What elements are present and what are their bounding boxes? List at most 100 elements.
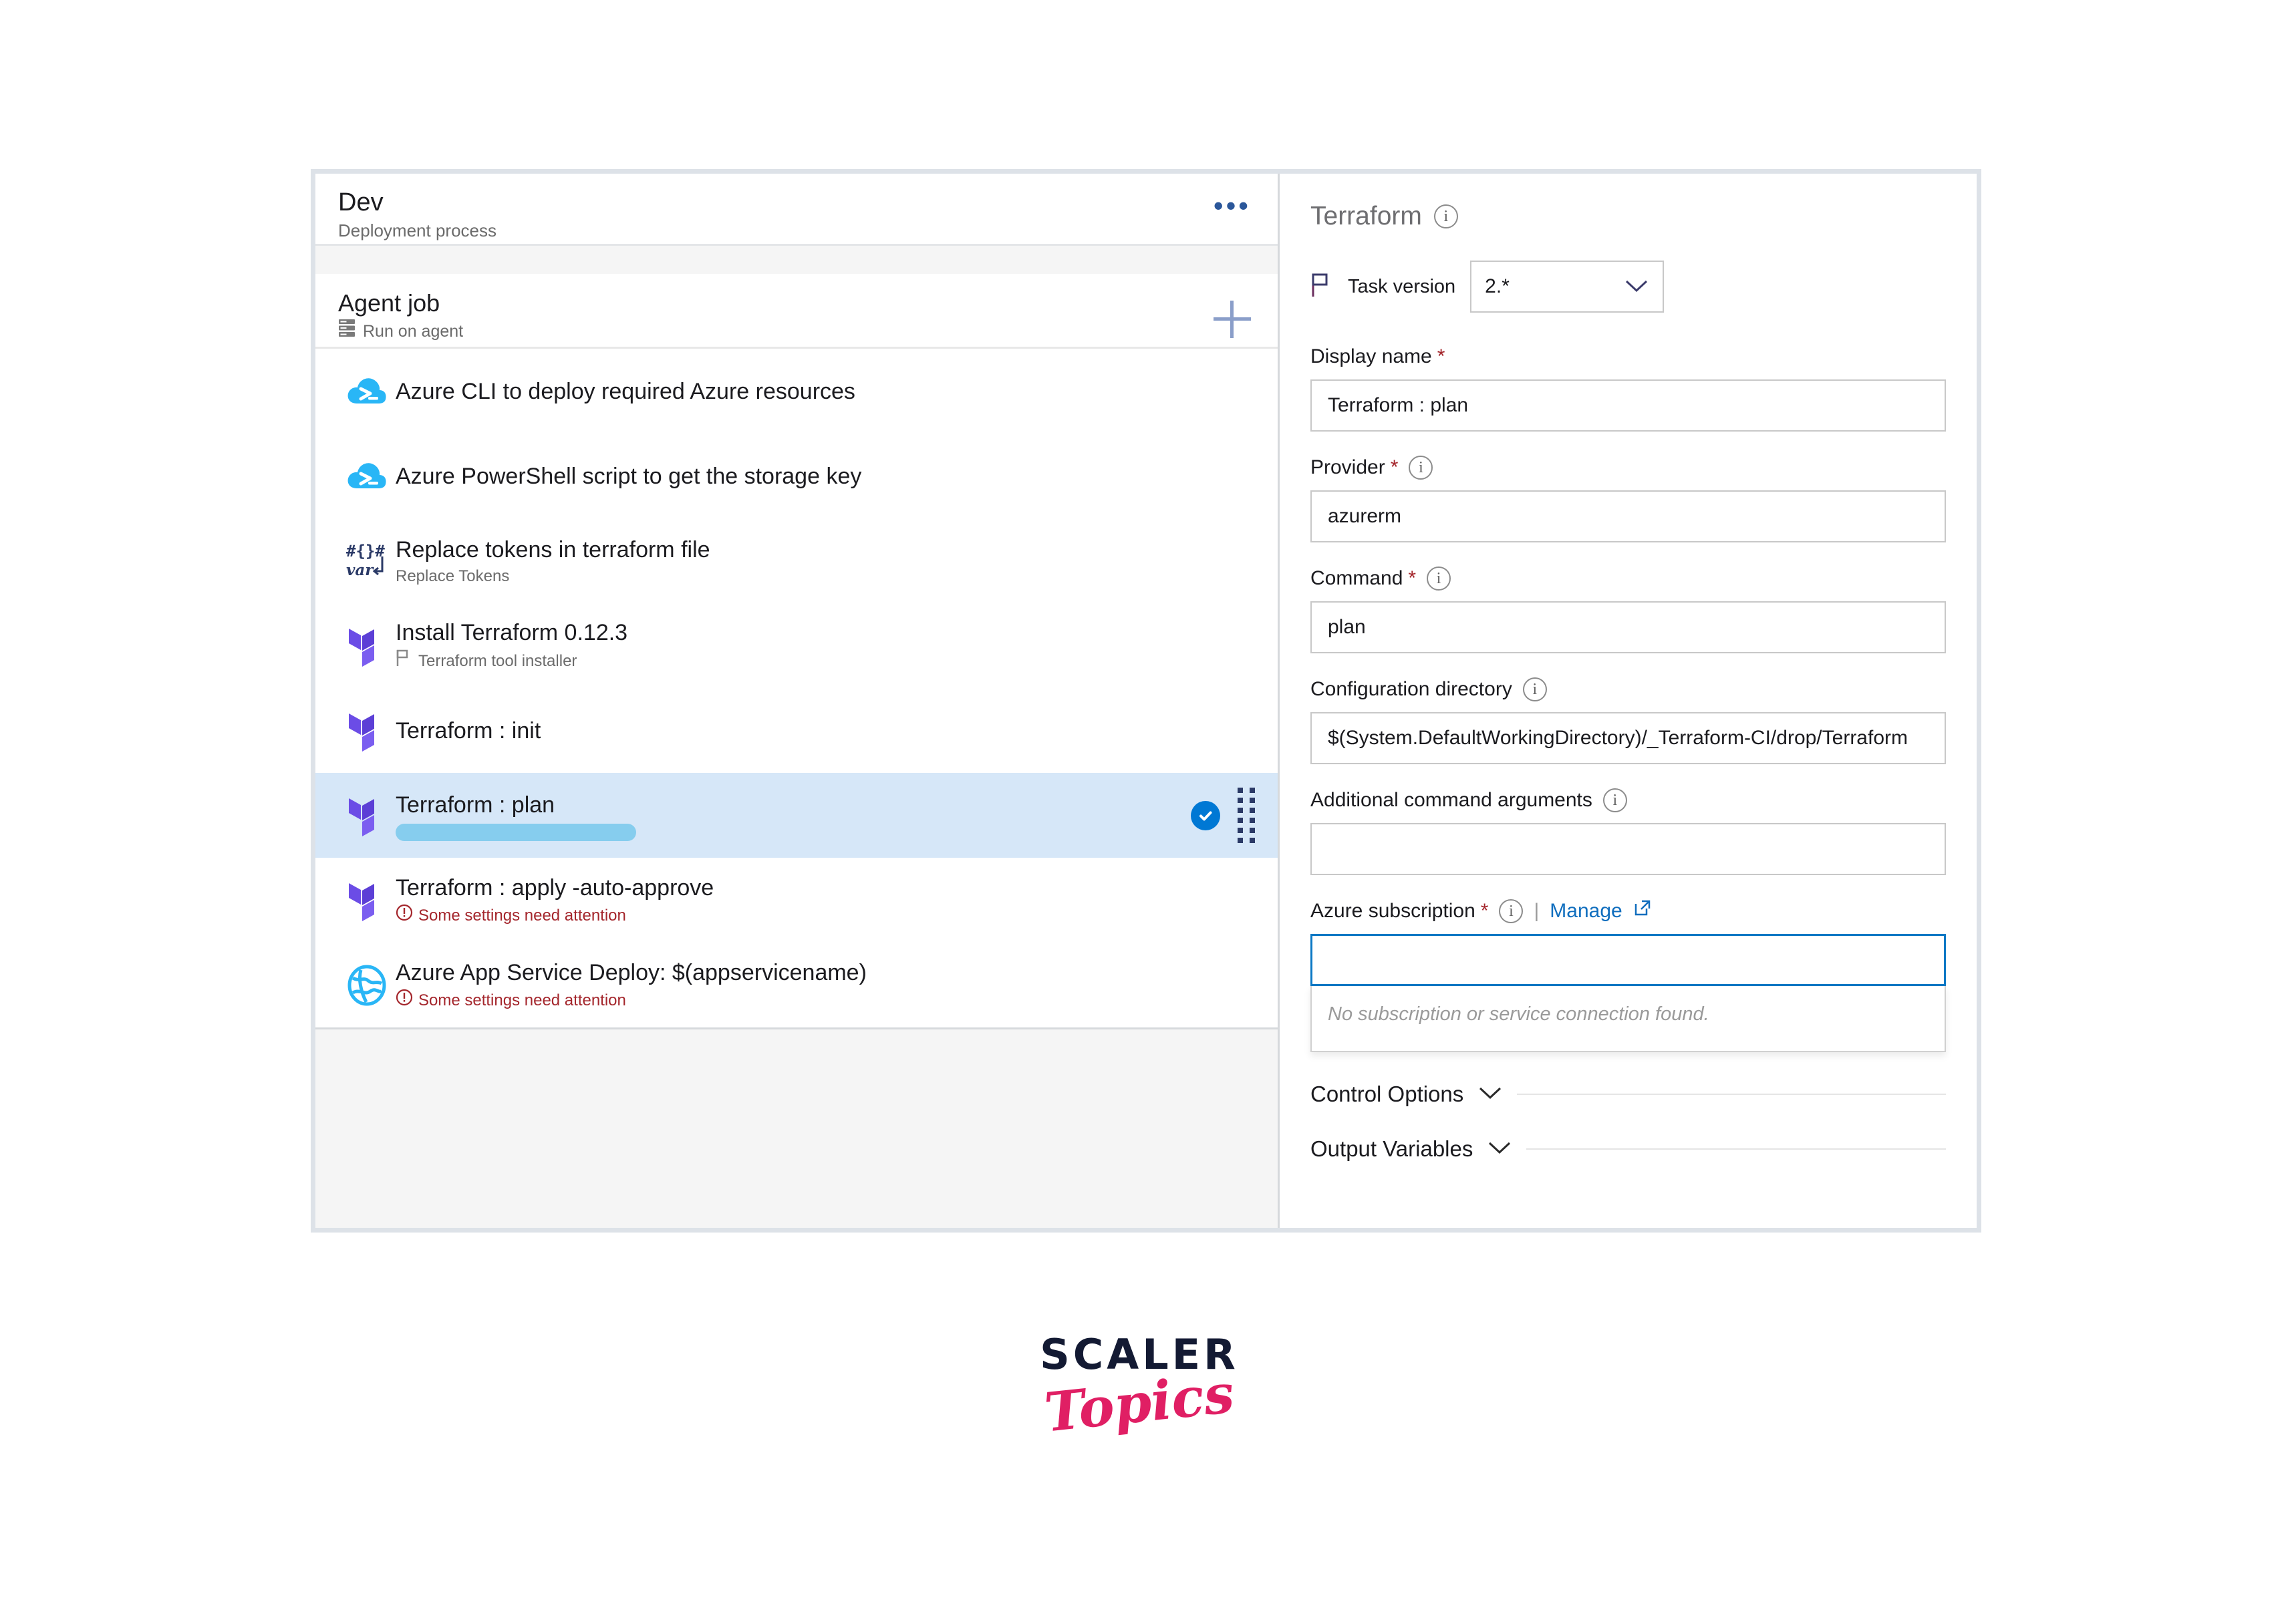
provider-value: azurerm — [1328, 505, 1401, 528]
azure-subscription-input[interactable] — [1310, 934, 1946, 986]
field-command: Command * i plan — [1310, 565, 1946, 653]
task-version-row: Task version 2.* — [1310, 261, 1946, 313]
task-item-name: Terraform : init — [396, 716, 1255, 746]
task-list: Azure CLI to deploy required Azure resou… — [315, 349, 1278, 1027]
info-icon[interactable]: i — [1523, 677, 1547, 701]
agent-job-subtitle: Run on agent — [363, 320, 463, 343]
chevron-down-icon — [1625, 275, 1648, 298]
deployment-process-header: Dev Deployment process ••• — [315, 174, 1278, 246]
field-additional-command-arguments: Additional command arguments i — [1310, 787, 1946, 875]
manage-link[interactable]: Manage — [1550, 898, 1622, 925]
version-flag-icon — [1310, 273, 1333, 301]
redacted-subtitle — [396, 824, 636, 841]
task-list-empty-area — [315, 1027, 1278, 1228]
configuration-directory-label: Configuration directory — [1310, 676, 1512, 703]
warning-icon — [396, 904, 413, 927]
additional-command-arguments-input[interactable] — [1310, 823, 1946, 875]
task-item-name: Azure PowerShell script to get the stora… — [396, 462, 1255, 491]
command-label-row: Command * i — [1310, 565, 1946, 592]
task-item-text: Azure App Service Deploy: $(appservicena… — [396, 958, 1255, 1012]
info-icon[interactable]: i — [1427, 566, 1451, 591]
configuration-directory-value: $(System.DefaultWorkingDirectory)/_Terra… — [1328, 727, 1908, 750]
task-list-item[interactable]: Install Terraform 0.12.3 Terraform tool i… — [315, 603, 1278, 688]
azure-cloud-shell-icon — [346, 373, 388, 410]
task-settings-panel: Terraform i Task version 2.* — [1280, 174, 1977, 1228]
task-list-item[interactable]: Azure CLI to deploy required Azure resou… — [315, 349, 1278, 434]
task-item-text: Azure PowerShell script to get the stora… — [396, 462, 1255, 491]
info-icon[interactable]: i — [1409, 456, 1433, 480]
chevron-down-icon — [1478, 1086, 1502, 1104]
agent-job-subtitle-row: Run on agent — [338, 319, 1255, 343]
task-list-item[interactable]: Azure App Service Deploy: $(appservicena… — [315, 943, 1278, 1027]
task-item-subtitle: Terraform tool installer — [418, 651, 577, 672]
section-control-options[interactable]: Control Options — [1310, 1082, 1946, 1107]
task-item-name: Terraform : apply -auto-approve — [396, 873, 1255, 903]
azure-app-service-icon — [338, 965, 396, 1006]
task-item-text: Terraform : apply -auto-approveSome sett… — [396, 873, 1255, 927]
flag-icon — [396, 649, 413, 673]
terraform-icon — [346, 793, 388, 838]
task-item-text: Terraform : plan — [396, 790, 1177, 841]
drag-handle-icon[interactable] — [1238, 788, 1255, 843]
provider-input[interactable]: azurerm — [1310, 490, 1946, 542]
command-input[interactable]: plan — [1310, 601, 1946, 653]
task-item-text: Replace tokens in terraform fileReplace … — [396, 535, 1255, 587]
display-name-input[interactable]: Terraform : plan — [1310, 379, 1946, 432]
process-title: Dev — [338, 187, 1255, 218]
info-icon[interactable]: i — [1434, 204, 1458, 228]
azure-subscription-empty-message: No subscription or service connection fo… — [1310, 986, 1946, 1052]
more-options-icon[interactable]: ••• — [1214, 199, 1251, 212]
display-name-value: Terraform : plan — [1328, 394, 1468, 417]
warning-icon — [396, 904, 413, 921]
task-item-subtitle-row: Some settings need attention — [396, 989, 1255, 1012]
warning-icon — [396, 989, 413, 1006]
agent-job-title: Agent job — [338, 289, 1255, 318]
add-task-button[interactable] — [1214, 301, 1251, 338]
terraform-icon — [346, 878, 388, 923]
required-marker: * — [1481, 903, 1489, 919]
section-rule — [1517, 1094, 1946, 1095]
scaler-topics-logo: SCALER Topics — [1039, 1333, 1240, 1432]
task-list-item[interactable]: Terraform : plan — [315, 773, 1278, 858]
agent-job-header[interactable]: Agent job — [315, 274, 1278, 349]
required-marker: * — [1437, 349, 1445, 365]
task-item-subtitle-row: Some settings need attention — [396, 904, 1255, 927]
task-item-name: Terraform : plan — [396, 790, 1177, 820]
task-item-name: Replace tokens in terraform file — [396, 535, 1255, 564]
control-options-label: Control Options — [1310, 1082, 1463, 1107]
svg-text:#{}#: #{}# — [346, 542, 385, 560]
task-version-select[interactable]: 2.* — [1470, 261, 1664, 313]
task-type-title: Terraform — [1310, 200, 1422, 232]
configuration-directory-input[interactable]: $(System.DefaultWorkingDirectory)/_Terra… — [1310, 712, 1946, 764]
provider-label: Provider — [1310, 454, 1385, 481]
task-list-item[interactable]: Azure PowerShell script to get the stora… — [315, 434, 1278, 518]
task-version-label: Task version — [1348, 276, 1455, 298]
azure-cloud-shell-icon — [338, 458, 396, 495]
provider-label-row: Provider * i — [1310, 454, 1946, 481]
required-marker: * — [1391, 460, 1399, 476]
info-icon[interactable]: i — [1499, 899, 1523, 923]
info-icon[interactable]: i — [1603, 788, 1627, 812]
task-version-value: 2.* — [1485, 275, 1510, 298]
task-list-item[interactable]: Terraform : apply -auto-approveSome sett… — [315, 858, 1278, 943]
command-value: plan — [1328, 616, 1366, 639]
configuration-directory-label-row: Configuration directory i — [1310, 676, 1946, 703]
task-item-name: Install Terraform 0.12.3 — [396, 618, 1255, 647]
section-rule — [1526, 1148, 1946, 1150]
enabled-check-icon[interactable] — [1191, 801, 1220, 830]
chevron-down-icon — [1487, 1140, 1512, 1158]
task-list-item[interactable]: #{}#varReplace tokens in terraform fileR… — [315, 518, 1278, 603]
panel-divider-strip — [315, 246, 1278, 274]
replace-tokens-icon: #{}#var — [345, 540, 389, 582]
terraform-icon — [346, 708, 388, 754]
field-provider: Provider * i azurerm — [1310, 454, 1946, 542]
additional-command-arguments-label-row: Additional command arguments i — [1310, 787, 1946, 814]
azure-app-service-icon — [346, 965, 388, 1006]
external-link-icon[interactable] — [1633, 898, 1652, 925]
section-output-variables[interactable]: Output Variables — [1310, 1136, 1946, 1162]
additional-command-arguments-label: Additional command arguments — [1310, 787, 1592, 814]
task-item-subtitle-row: Terraform tool installer — [396, 649, 1255, 673]
terraform-icon — [338, 878, 396, 923]
field-azure-subscription: Azure subscription * i | Manage — [1310, 898, 1946, 1052]
task-list-item[interactable]: Terraform : init — [315, 688, 1278, 773]
